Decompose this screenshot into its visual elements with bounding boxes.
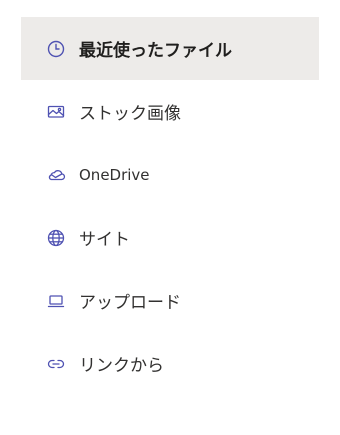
- nav-item-label: サイト: [79, 230, 130, 250]
- globe-icon: [46, 228, 66, 248]
- link-icon: [46, 354, 66, 374]
- file-source-nav: 最近使ったファイル ストック画像 OneDrive サイト アップロード リンク…: [21, 17, 319, 395]
- nav-item-stock-images[interactable]: ストック画像: [21, 80, 319, 143]
- nav-item-label: 最近使ったファイル: [79, 41, 232, 61]
- nav-item-label: OneDrive: [79, 165, 150, 184]
- cloud-icon: [46, 165, 66, 185]
- laptop-icon: [46, 291, 66, 311]
- nav-item-label: リンクから: [79, 356, 164, 376]
- nav-item-from-link[interactable]: リンクから: [21, 332, 319, 395]
- clock-icon: [46, 39, 66, 59]
- image-icon: [46, 102, 66, 122]
- nav-item-upload[interactable]: アップロード: [21, 269, 319, 332]
- nav-item-sites[interactable]: サイト: [21, 206, 319, 269]
- nav-item-label: アップロード: [79, 293, 181, 313]
- nav-item-recent-files[interactable]: 最近使ったファイル: [21, 17, 319, 80]
- nav-item-onedrive[interactable]: OneDrive: [21, 143, 319, 206]
- nav-item-label: ストック画像: [79, 104, 181, 124]
